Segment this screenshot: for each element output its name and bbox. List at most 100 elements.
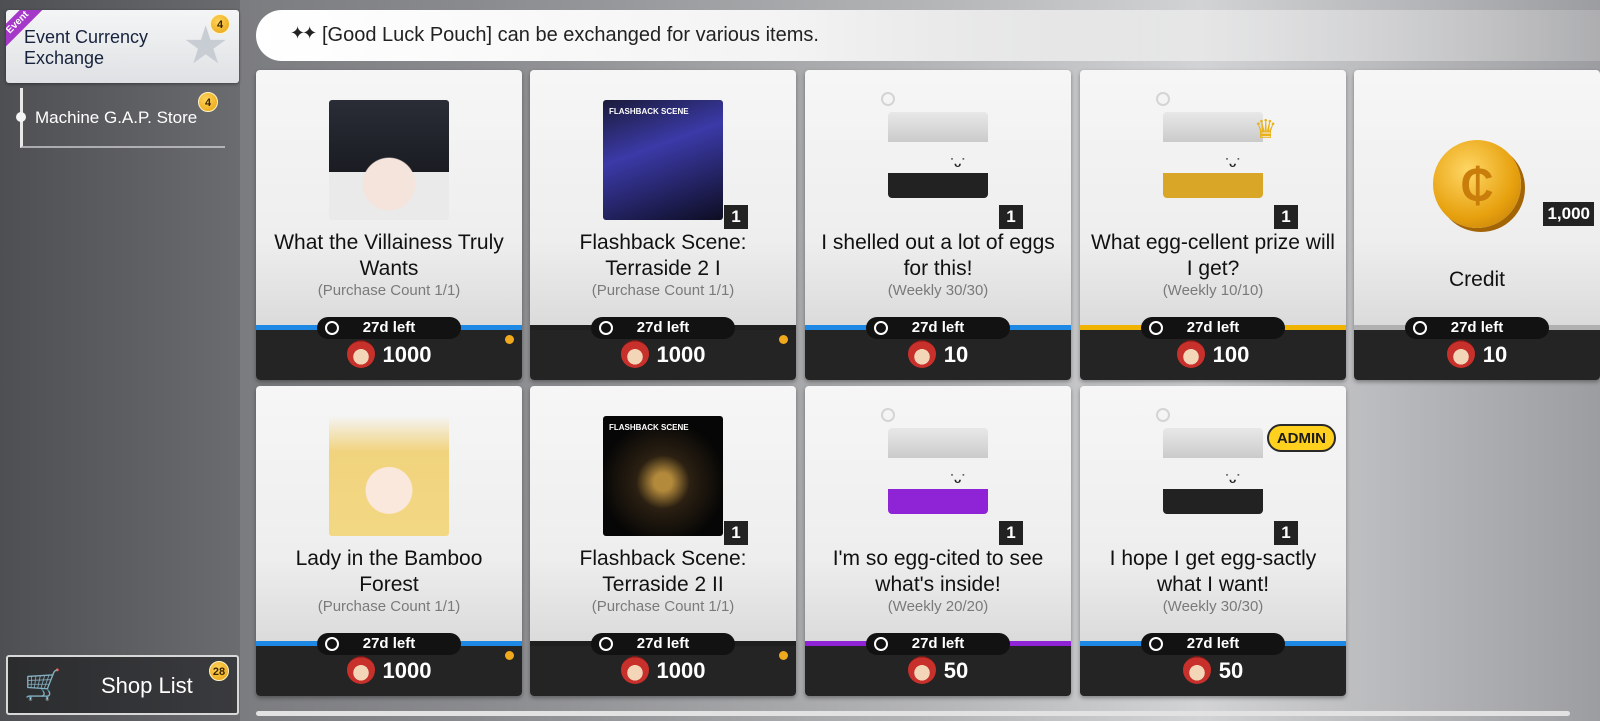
- crown-icon: ♛: [1254, 114, 1278, 144]
- good-luck-pouch-icon: [907, 340, 936, 369]
- good-luck-pouch-icon: [620, 656, 649, 685]
- egg-box-icon: ˙ᴗ˙: [888, 112, 988, 198]
- clock-icon: [881, 408, 895, 422]
- clock-icon: [325, 637, 339, 651]
- price-value: 1000: [656, 658, 706, 683]
- item-title: Flashback Scene: Terraside 2 II: [579, 547, 747, 596]
- item-title: What the Villainess Truly Wants: [274, 231, 504, 280]
- good-luck-pouch-icon: [346, 340, 375, 369]
- item-purchase-limit: (Weekly 20/20): [887, 598, 989, 615]
- price-value: 1000: [382, 658, 432, 683]
- item-purchase-limit: (Purchase Count 1/1): [591, 282, 735, 299]
- timer-pill: 27d left: [317, 633, 461, 655]
- price: 1000: [256, 340, 522, 370]
- sparkle-icon: ✦✦: [290, 23, 317, 43]
- new-indicator-dot: [505, 335, 514, 344]
- time-left: 27d left: [1186, 319, 1240, 336]
- item-quantity: 1: [999, 521, 1023, 545]
- item-quantity: 1: [999, 205, 1023, 229]
- new-indicator-dot: [505, 651, 514, 660]
- time-left: 27d left: [362, 635, 416, 652]
- price-value: 10: [1482, 342, 1508, 367]
- shop-item-card[interactable]: ˙ᴗ˙ ADMIN 1 I hope I get egg-sactly what…: [1080, 386, 1346, 696]
- clock-icon: [599, 321, 613, 335]
- item-purchase-limit: (Weekly 30/30): [1162, 598, 1264, 615]
- selector-dot-icon: [16, 112, 26, 122]
- item-purchase-limit: (Purchase Count 1/1): [317, 282, 461, 299]
- good-luck-pouch-icon: [1176, 340, 1205, 369]
- egg-box-icon: ˙ᴗ˙: [1163, 428, 1263, 514]
- golden-egg-box-icon: ˙ᴗ˙: [1163, 112, 1263, 198]
- item-quantity: 1: [724, 205, 748, 229]
- art-tag: FLASHBACK SCENE: [609, 423, 689, 432]
- timer-pill: 27d left: [1141, 317, 1285, 339]
- shop-item-card[interactable]: ˙ᴗ˙ 1 I'm so egg-cited to see what's ins…: [805, 386, 1071, 696]
- good-luck-pouch-icon: [620, 340, 649, 369]
- shop-item-card[interactable]: ˙ᴗ˙ ♛ 1 What egg-cellent prize will I ge…: [1080, 70, 1346, 380]
- timer-pill: 27d left: [866, 317, 1010, 339]
- price: 1000: [530, 340, 796, 370]
- item-title: I'm so egg-cited to see what's inside!: [832, 547, 1044, 596]
- timer-pill: 27d left: [591, 633, 735, 655]
- art-tag: FLASHBACK SCENE: [609, 107, 689, 116]
- price-value: 1000: [656, 342, 706, 367]
- tab-label: Machine G.A.P. Store: [35, 108, 198, 127]
- item-title: I hope I get egg-sactly what I want!: [1109, 547, 1317, 596]
- bamboo-lady-portrait-icon: [329, 416, 449, 536]
- good-luck-pouch-icon: [346, 656, 375, 685]
- item-purchase-limit: (Purchase Count 1/1): [591, 598, 735, 615]
- villainess-portrait-icon: [329, 100, 449, 220]
- price-value: 100: [1212, 342, 1250, 367]
- good-luck-pouch-icon: [907, 656, 936, 685]
- credit-coin-icon: ₵: [1433, 140, 1521, 228]
- new-indicator-dot: [779, 651, 788, 660]
- price: 100: [1080, 340, 1346, 370]
- item-quantity: 1,000: [1543, 202, 1594, 226]
- shop-item-card[interactable]: ₵ 1,000 Credit 27d left 10: [1354, 70, 1600, 380]
- timer-pill: 27d left: [591, 317, 735, 339]
- notification-badge: 4: [210, 14, 230, 34]
- clock-icon: [1156, 92, 1170, 106]
- item-quantity: 1: [1274, 205, 1298, 229]
- item-title: I shelled out a lot of eggs for this!: [821, 231, 1055, 280]
- item-title: Credit: [1448, 268, 1506, 291]
- shop-item-card[interactable]: What the Villainess Truly Wants (Purchas…: [256, 70, 522, 380]
- price: 10: [1354, 340, 1600, 370]
- shop-list-button[interactable]: 🛒 Shop List 28: [6, 655, 239, 715]
- time-left: 27d left: [1450, 319, 1504, 336]
- clock-icon: [325, 321, 339, 335]
- item-title: Lady in the Bamboo Forest: [295, 547, 483, 596]
- price-value: 50: [1218, 658, 1244, 683]
- item-quantity: 1: [1274, 521, 1298, 545]
- tab-machine-gap-store[interactable]: Machine G.A.P. Store 4: [16, 88, 225, 148]
- timer-pill: 27d left: [866, 633, 1010, 655]
- time-left: 27d left: [1186, 635, 1240, 652]
- item-purchase-limit: (Weekly 10/10): [1162, 282, 1264, 299]
- price-value: 10: [943, 342, 969, 367]
- clock-icon: [1149, 321, 1163, 335]
- timer-pill: 27d left: [1141, 633, 1285, 655]
- shop-item-card[interactable]: ˙ᴗ˙ 1 I shelled out a lot of eggs for th…: [805, 70, 1071, 380]
- price-value: 50: [943, 658, 969, 683]
- tab-event-currency-exchange[interactable]: Event Event Currency Exchange ★ 4: [6, 10, 239, 83]
- shop-item-card[interactable]: Lady in the Bamboo Forest (Purchase Coun…: [256, 386, 522, 696]
- timer-pill: 27d left: [317, 317, 461, 339]
- price: 1000: [256, 656, 522, 686]
- clock-icon: [1149, 637, 1163, 651]
- flashback-scene-thumbnail-icon: FLASHBACK SCENE: [603, 416, 723, 536]
- clock-icon: [1156, 408, 1170, 422]
- horizontal-scrollbar[interactable]: [256, 711, 1570, 716]
- admin-badge: ADMIN: [1266, 424, 1336, 452]
- banner-text: [Good Luck Pouch] can be exchanged for v…: [322, 24, 819, 46]
- shop-item-card[interactable]: FLASHBACK SCENE 1 Flashback Scene: Terra…: [530, 386, 796, 696]
- time-left: 27d left: [362, 319, 416, 336]
- shop-item-card[interactable]: FLASHBACK SCENE 1 Flashback Scene: Terra…: [530, 70, 796, 380]
- info-banner: ✦✦ [Good Luck Pouch] can be exchanged fo…: [256, 10, 1600, 61]
- item-title: Flashback Scene: Terraside 2 I: [579, 231, 747, 280]
- price: 1000: [530, 656, 796, 686]
- good-luck-pouch-icon: [1446, 340, 1475, 369]
- price: 50: [1080, 656, 1346, 686]
- shopping-cart-icon: 🛒: [24, 669, 62, 702]
- notification-badge: 4: [198, 92, 218, 112]
- purple-egg-box-icon: ˙ᴗ˙: [888, 428, 988, 514]
